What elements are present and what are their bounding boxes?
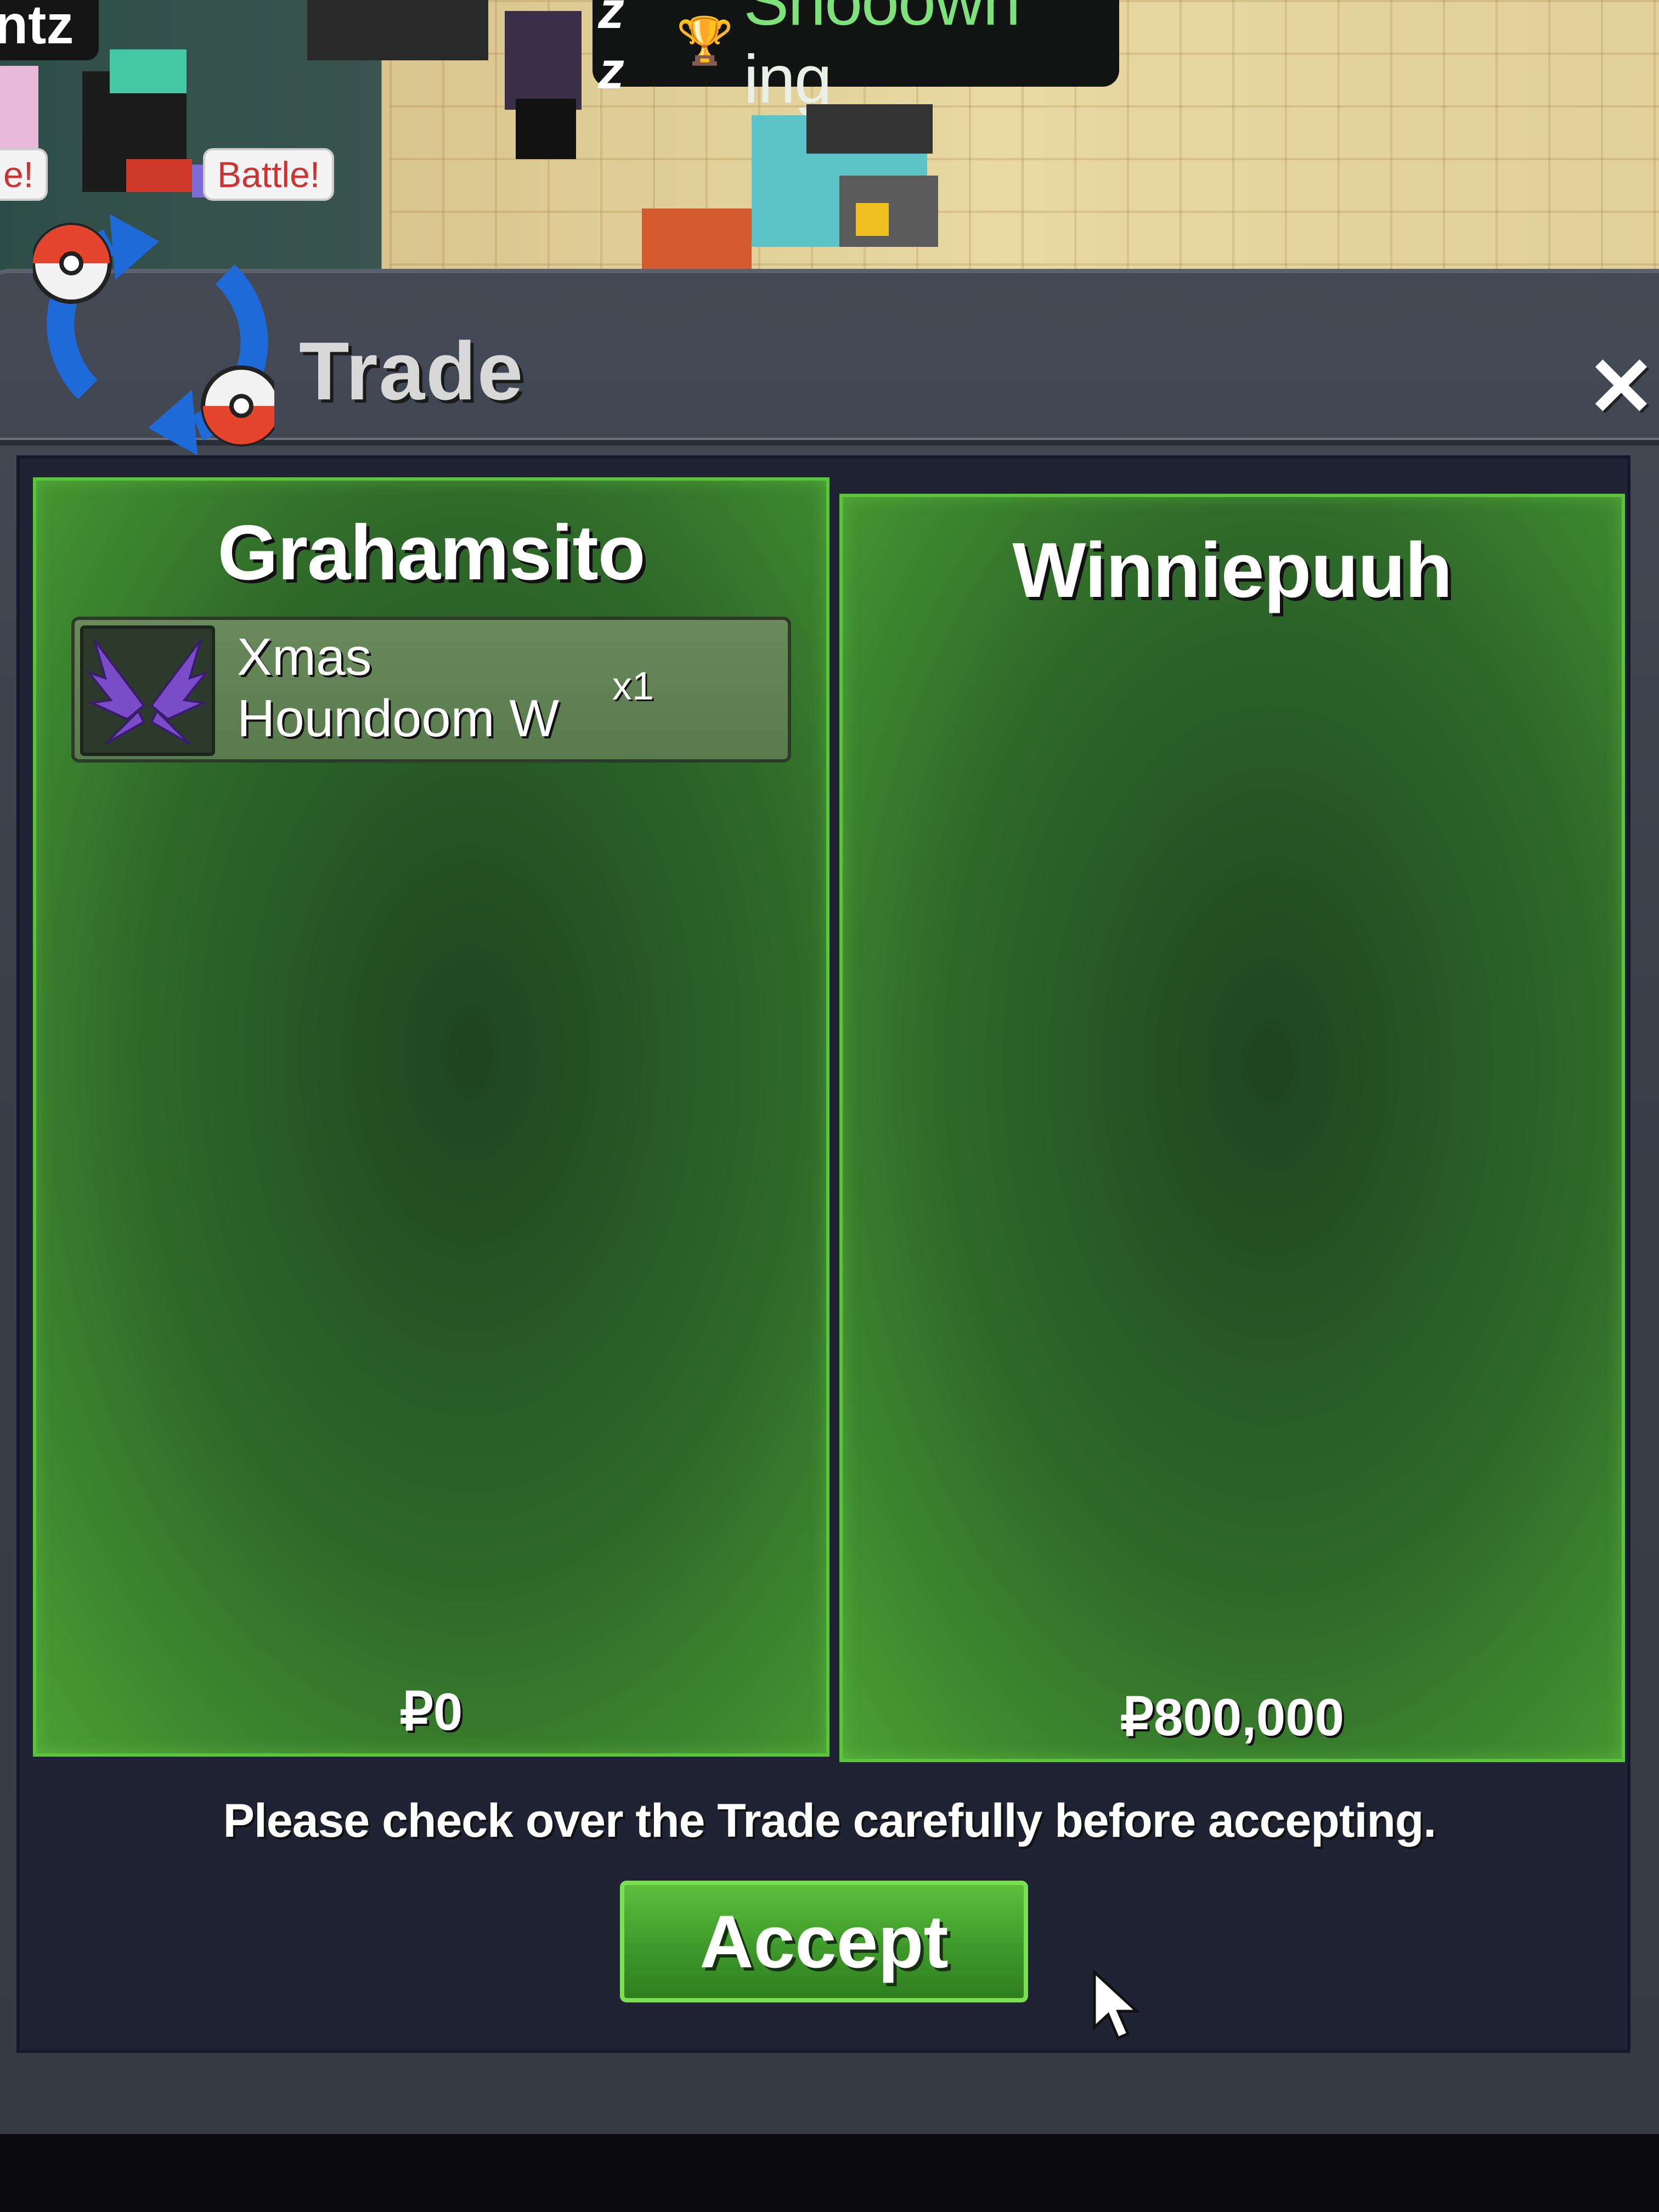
mouse-cursor-icon bbox=[1093, 1970, 1141, 2040]
trader-name-left: Grahamsito bbox=[217, 509, 645, 596]
trade-swap-icon bbox=[33, 214, 274, 455]
trade-warning-text: Please check over the Trade carefully be… bbox=[223, 1795, 1437, 1847]
window-title: Trade bbox=[299, 325, 524, 417]
close-button[interactable]: ✕ bbox=[1585, 346, 1657, 428]
money-offer-left: ₽0 bbox=[399, 1683, 463, 1741]
item-name: Xmas Houndoom W bbox=[237, 628, 559, 748]
money-offer-right: ₽800,000 bbox=[1120, 1688, 1345, 1747]
item-quantity: x1 bbox=[612, 664, 654, 708]
trade-panel-left: Grahamsito Xmas Houndoom W x1 ₽0 bbox=[33, 477, 830, 1757]
purple-wings-icon bbox=[80, 625, 215, 756]
sleep-icon: z z bbox=[598, 0, 624, 100]
trade-item[interactable]: Xmas Houndoom W x1 bbox=[71, 617, 791, 763]
trader-name-right: Winniepuuh bbox=[1012, 527, 1452, 614]
speech-bubble-left: e! bbox=[0, 148, 48, 201]
player-title-tag: z z 🏆 Shooown ing bbox=[592, 0, 1119, 117]
character-sprite-mid bbox=[307, 0, 582, 159]
trophy-icon: 🏆 bbox=[676, 14, 734, 66]
screen-bezel bbox=[0, 2134, 1659, 2212]
trade-panel-right: Winniepuuh ₽800,000 bbox=[839, 494, 1625, 1762]
accept-button[interactable]: Accept bbox=[620, 1881, 1028, 2002]
pokemon-sprite bbox=[642, 104, 938, 274]
